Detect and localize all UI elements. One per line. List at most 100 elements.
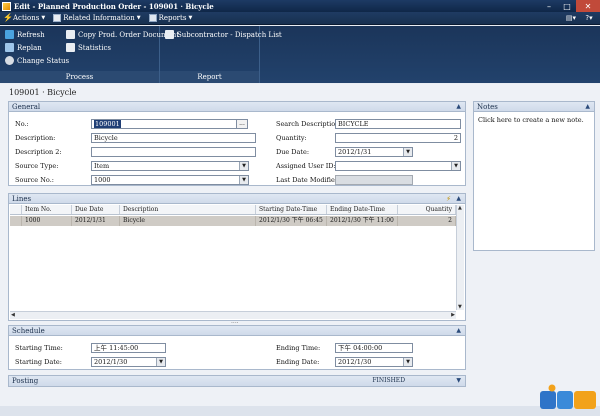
scroll-down-icon[interactable]: ▼: [458, 304, 462, 310]
close-icon[interactable]: ✕: [576, 0, 600, 12]
chevron-up-icon[interactable]: ▲: [456, 326, 461, 336]
maximize-icon[interactable]: □: [558, 0, 576, 12]
subcontractor-label: Subcontractor - Dispatch List: [177, 30, 282, 39]
minimize-icon[interactable]: –: [540, 0, 558, 12]
source-no-select[interactable]: 1000 ▼: [91, 175, 249, 185]
notes-panel-title: Notes: [477, 103, 498, 111]
actions-menu[interactable]: ⚡ Actions ▼: [3, 14, 46, 23]
cell-starting-date-time[interactable]: 2012/1/30 下午 06:45: [256, 216, 327, 226]
copy-icon: [66, 30, 75, 39]
related-information-menu[interactable]: Related Information ▼: [53, 14, 141, 22]
table-row[interactable]: 1000 2012/1/31 Bicycle 2012/1/30 下午 06:4…: [10, 216, 456, 226]
statistics-icon: [66, 43, 75, 52]
posting-panel: Posting FINISHED ▼: [8, 375, 466, 387]
starting-time-field[interactable]: 上午 11:45:00: [91, 343, 166, 353]
view-options-icon[interactable]: ▤▾: [564, 13, 578, 23]
source-type-label: Source Type:: [15, 162, 59, 170]
ending-time-field[interactable]: 下午 04:00:00: [335, 343, 413, 353]
lines-horizontal-scrollbar[interactable]: ◀ ▶: [10, 311, 456, 319]
schedule-panel-header[interactable]: Schedule ▲: [9, 326, 465, 336]
chevron-down-icon[interactable]: ▼: [239, 176, 248, 184]
scroll-up-icon[interactable]: ▲: [458, 205, 462, 211]
cell-due-date[interactable]: 2012/1/31: [72, 216, 120, 226]
report-icon: [148, 14, 157, 22]
chevron-down-icon[interactable]: ▼: [403, 358, 412, 366]
general-panel-header[interactable]: General ▲: [9, 102, 465, 112]
starting-date-field[interactable]: 2012/1/30 ▼: [91, 357, 166, 367]
schedule-panel: Schedule ▲ Starting Time: 上午 11:45:00 St…: [8, 325, 466, 370]
statistics-label: Statistics: [78, 43, 111, 52]
column-header[interactable]: Due Date: [72, 205, 120, 214]
source-type-select[interactable]: Item ▼: [91, 161, 249, 171]
change-status-button[interactable]: Change Status: [5, 55, 69, 66]
refresh-label: Refresh: [17, 30, 45, 39]
column-header[interactable]: Starting Date-Time: [256, 205, 327, 214]
chevron-down-icon[interactable]: ▼: [451, 162, 460, 170]
description-field[interactable]: Bicycle: [91, 133, 256, 143]
no-field[interactable]: 109001: [91, 119, 241, 129]
window-controls: – □ ✕: [540, 0, 600, 12]
change-status-label: Change Status: [17, 56, 70, 65]
source-no-label: Source No.:: [15, 176, 54, 184]
quantity-field[interactable]: 2: [335, 133, 461, 143]
ribbon: Refresh Replan Change Status Copy Prod. …: [0, 26, 600, 83]
lines-panel-title: Lines: [12, 195, 32, 203]
scroll-right-icon[interactable]: ▶: [451, 312, 455, 318]
ending-date-field[interactable]: 2012/1/30 ▼: [335, 357, 413, 367]
column-header[interactable]: Description: [120, 205, 256, 214]
no-assist-button[interactable]: ...: [236, 119, 248, 129]
no-label: No.:: [15, 120, 29, 128]
app-icon: [2, 1, 11, 11]
lines-panel-header[interactable]: Lines ⚡ ▲: [9, 194, 465, 204]
gear-icon: [5, 56, 14, 65]
posting-panel-header[interactable]: Posting FINISHED ▼: [9, 376, 465, 386]
posting-status: FINISHED: [372, 377, 405, 384]
general-panel-title: General: [12, 103, 41, 111]
column-header[interactable]: Ending Date-Time: [327, 205, 398, 214]
column-header[interactable]: Quantity: [398, 205, 456, 214]
chevron-down-icon[interactable]: ▼: [156, 358, 165, 366]
description-2-field[interactable]: [91, 147, 256, 157]
cell-quantity[interactable]: 2: [398, 216, 456, 226]
schedule-panel-title: Schedule: [12, 327, 45, 335]
chevron-up-icon[interactable]: ▲: [456, 102, 461, 112]
assigned-user-id-select[interactable]: ▼: [335, 161, 461, 171]
chevron-down-icon[interactable]: ▼: [456, 376, 461, 386]
chevron-down-icon: ▼: [41, 15, 46, 21]
due-date-field[interactable]: 2012/1/31 ▼: [335, 147, 413, 157]
ribbon-group-report: Subcontractor - Dispatch List Report: [160, 26, 282, 83]
last-date-modified-field: [335, 175, 413, 185]
column-header[interactable]: Item No.: [22, 205, 72, 214]
due-date-value: 2012/1/31: [338, 148, 372, 156]
row-selector[interactable]: [10, 216, 22, 226]
actions-menu-label: Actions: [13, 14, 40, 22]
posting-panel-title: Posting: [12, 377, 39, 385]
cell-description[interactable]: Bicycle: [120, 216, 256, 226]
replan-button[interactable]: Replan: [5, 42, 69, 53]
chevron-down-icon[interactable]: ▼: [239, 162, 248, 170]
lines-vertical-scrollbar[interactable]: ▲ ▼: [456, 205, 464, 310]
refresh-button[interactable]: Refresh: [5, 29, 69, 40]
lines-panel: Lines ⚡ ▲ Item No. Due Date Description …: [8, 193, 466, 321]
lines-grid-header: Item No. Due Date Description Starting D…: [10, 205, 456, 215]
chevron-down-icon[interactable]: ▼: [403, 148, 412, 156]
ribbon-group-process: Refresh Replan Change Status Copy Prod. …: [0, 26, 179, 83]
chevron-up-icon[interactable]: ▲: [456, 194, 461, 204]
scroll-left-icon[interactable]: ◀: [11, 312, 15, 318]
ending-time-label: Ending Time:: [276, 344, 321, 352]
help-icon[interactable]: ?▾: [582, 13, 596, 23]
cell-ending-date-time[interactable]: 2012/1/30 下午 11:00: [327, 216, 398, 226]
cell-item-no[interactable]: 1000: [22, 216, 72, 226]
create-note-link[interactable]: Click here to create a new note.: [478, 116, 584, 124]
subcontractor-dispatch-list-button[interactable]: Subcontractor - Dispatch List: [165, 29, 282, 40]
notes-panel: Notes ▲ Click here to create a new note.: [473, 101, 595, 251]
notes-panel-header[interactable]: Notes ▲: [474, 102, 594, 112]
reports-menu[interactable]: Reports ▼: [148, 14, 193, 22]
report-col-1: Subcontractor - Dispatch List: [165, 29, 282, 42]
quantity-label: Quantity:: [276, 134, 307, 142]
search-description-field[interactable]: BICYCLE: [335, 119, 461, 129]
chevron-up-icon[interactable]: ▲: [585, 102, 590, 112]
lightning-icon[interactable]: ⚡: [446, 194, 451, 204]
last-date-modified-label: Last Date Modified:: [276, 176, 342, 184]
chevron-down-icon: ▼: [188, 15, 193, 21]
